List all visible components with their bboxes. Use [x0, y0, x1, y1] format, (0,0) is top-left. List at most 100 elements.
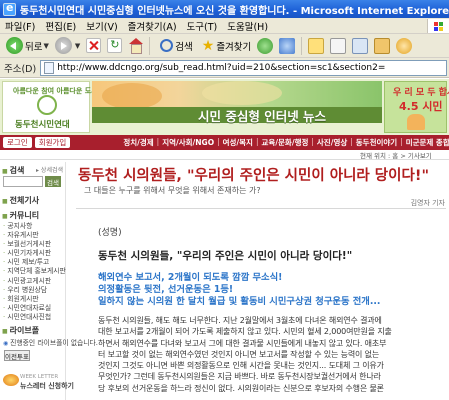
nav-item[interactable]: 교육/문화/행정 — [258, 137, 311, 148]
mail-icon[interactable] — [308, 37, 325, 54]
media-icon[interactable] — [257, 37, 274, 54]
favorites-button[interactable]: ★ 즐겨찾기 — [196, 36, 255, 56]
body-line: 것인지 그것도 아니면 바쁜 의정활동으로 인해 시간을 못내는 것인지... … — [98, 361, 384, 371]
toolbar-separator — [149, 36, 151, 55]
location-text: 현재 위치 : 홈 > 기사보기 — [360, 152, 432, 160]
address-label: 주소(D) — [4, 63, 37, 75]
community-item[interactable]: 시민광고게시판 — [3, 277, 66, 286]
nav-item[interactable]: 동두천이야기 — [353, 137, 400, 148]
history-icon[interactable] — [279, 37, 296, 54]
banner-decoration — [102, 83, 162, 109]
community-item[interactable]: 시민기자게시판 — [3, 249, 66, 258]
newsletter-icon — [3, 374, 19, 386]
promo-line1: 우 리 모 두 합시다 — [393, 88, 449, 98]
chevron-down-icon: ▼ — [43, 41, 49, 50]
address-bar: 주소(D) http://www.ddcngo.org/sub_read.htm… — [0, 58, 449, 78]
banner-decoration — [202, 81, 282, 105]
community-item[interactable]: 시민연대자료실 — [3, 304, 66, 313]
promo-banner[interactable]: 우 리 모 두 합시다 4.5 시민 — [384, 81, 449, 133]
menubar: 파일(F) 편집(E) 보기(V) 즐겨찾기(A) 도구(T) 도움말(H) — [0, 18, 449, 34]
community-item[interactable]: 공지사항 — [3, 222, 66, 231]
article-subtitle: 그 대들은 누구를 위해서 무엇을 위해서 존재하는 가? — [84, 186, 261, 195]
sidebar-search: 검색 — [3, 176, 63, 188]
search-icon — [160, 39, 174, 52]
community-item[interactable]: 회원게시판 — [3, 295, 66, 304]
community-list: 공지사항 자유게시판 보궐선거게시판 시민기자게시판 시민 제보/투고 지역단체… — [3, 222, 66, 322]
community-item[interactable]: 보궐선거게시판 — [3, 240, 66, 249]
menu-edit[interactable]: 편집(E) — [40, 19, 81, 33]
site-logo[interactable]: 아름다운 참여 아름다운 도시 동두천시민연대 — [2, 81, 98, 133]
promo-line2: 4.5 시민 — [399, 100, 443, 113]
stop-icon[interactable] — [86, 38, 102, 53]
back-arrow-icon — [6, 37, 23, 54]
logo-ring-icon — [37, 95, 57, 115]
article-quote: 동두천 시의원들, "우리의 주인은 시민이 아니라 당이다!" — [98, 250, 353, 262]
chevron-down-icon: ▼ — [74, 41, 81, 50]
nav-items: 정치/경제 | 지역/사회/NGO | 여성/복지 | 교육/문화/행정 | 사진/영상… — [120, 137, 449, 148]
community-item[interactable]: 우리 병원상담 — [3, 286, 66, 295]
all-articles-link[interactable]: 전체기사 — [2, 195, 39, 206]
toolbar: 뒤로 ▼ ▼ 검색 ★ 즐겨찾기 — [0, 34, 449, 58]
toolbar-separator — [301, 36, 303, 55]
refresh-icon[interactable] — [107, 38, 123, 53]
newsletter-caption: WEEK LETTER — [20, 374, 59, 380]
window-title: 동두천시민연대 시민중심형 인터넷뉴스에 오신 것을 환영합니다. - Micr… — [19, 5, 449, 17]
menu-favorites[interactable]: 즐겨찾기(A) — [123, 19, 182, 33]
community-item[interactable]: 지역단체 홍보게시판 — [3, 267, 65, 276]
forward-button[interactable]: ▼ — [52, 36, 83, 56]
print-icon[interactable] — [330, 37, 347, 54]
newsletter-link[interactable]: 뉴스레터 신청하기 — [20, 381, 74, 391]
site-header: 아름다운 참여 아름다운 도시 동두천시민연대 시민 중심형 인터넷 뉴스 우 … — [0, 79, 449, 135]
article-reporter: 김영자 기자 — [410, 199, 445, 207]
article-body: 동두천 시의원들, 해도 해도 너무한다. 지난 2월말에서 3월초에 다녀온 … — [98, 315, 444, 394]
back-button[interactable]: 뒤로 ▼ — [3, 36, 52, 56]
login-button[interactable]: 로그인 — [3, 137, 32, 148]
body-line: 동두천 시의원들, 해도 해도 너무한다. 지난 2월말에서 3월초에 다녀온 … — [98, 316, 382, 325]
home-icon[interactable] — [128, 38, 144, 54]
join-button[interactable]: 회원가입 — [34, 137, 71, 148]
article: 동두천 시의원들, "우리의 주인은 시민이 아니라 당이다!" 그 대들은 누… — [72, 162, 449, 400]
search-button[interactable]: 검색 — [153, 36, 195, 56]
nav-item[interactable]: 지역/사회/NGO — [159, 137, 217, 148]
nav-item[interactable]: 사진/영상 — [314, 137, 350, 148]
logo-slogan: 아름다운 참여 아름다운 도시 — [13, 87, 98, 95]
messenger-icon[interactable] — [396, 37, 413, 54]
main-nav: 로그인 회원가입 정치/경제 | 지역/사회/NGO | 여성/복지 | 교육/문화/… — [0, 135, 449, 150]
sidebar-search-input[interactable] — [3, 176, 43, 187]
ie-app-icon — [3, 1, 16, 16]
search-label: 검색 — [175, 41, 193, 53]
address-url[interactable]: http://www.ddcngo.org/sub_read.html?uid=… — [57, 63, 385, 73]
article-highlight: 일하지 않는 시의원 한 달치 월급 및 활동비 시민구상권 청구운동 전개..… — [98, 296, 381, 307]
body-line: 대한 보고서를 2개월이 되어 가도록 제출하지 않고 있다. 시민의 혈세 2… — [98, 327, 392, 337]
favorites-star-icon: ★ — [201, 37, 215, 54]
article-title: 동두천 시의원들, "우리의 주인은 시민이 아니라 당이다!" — [78, 168, 429, 184]
community-heading: 커뮤니티 — [2, 210, 39, 221]
community-item[interactable]: 자유게시판 — [3, 231, 66, 240]
web-page: 아름다운 참여 아름다운 도시 동두천시민연대 시민 중심형 인터넷 뉴스 우 … — [0, 79, 449, 400]
page-icon — [44, 61, 55, 74]
favorites-label: 즐겨찾기 — [216, 41, 252, 53]
body-line: 하면서 해외연수를 다녀와 보고서 그에 대한 결과물 시민들에게 내놓지 않고… — [98, 338, 387, 348]
promo-figure-icon — [407, 114, 425, 130]
nav-item[interactable]: 여성/복지 — [220, 137, 256, 148]
menu-file[interactable]: 파일(F) — [0, 19, 40, 33]
article-type-label: (성명) — [98, 228, 122, 238]
menu-tools[interactable]: 도구(T) — [182, 19, 223, 33]
sidebar-search-button[interactable]: 검색 — [45, 176, 61, 187]
address-input[interactable]: http://www.ddcngo.org/sub_read.html?uid=… — [40, 59, 447, 76]
folder-icon[interactable] — [374, 37, 391, 54]
nav-item[interactable]: 미군문제 종합 — [403, 137, 449, 148]
article-divider — [76, 208, 446, 209]
nav-item[interactable]: 정치/경제 — [120, 137, 156, 148]
body-line: 당 후보의 선거운동을 하느라 정신이 없다. 시의원이라는 신분으로 후보자의… — [98, 383, 384, 393]
community-item[interactable]: 시민연대사진첩 — [3, 313, 66, 322]
menu-view[interactable]: 보기(V) — [81, 19, 122, 33]
sidebar-search-heading: 검색 — [2, 165, 25, 176]
detail-search-link[interactable]: ▸ 상세검색 — [36, 165, 63, 174]
edit-icon[interactable] — [352, 37, 369, 54]
body-line: 무엇인가? 그런데 동두천시의원들은 지금 바쁘다. 바로 동두천시장보궐선거에… — [98, 372, 381, 382]
body-line: 터 보고할 것이 없는 해외연수였던 것인지 아니면 보고서를 작성할 수 있는… — [98, 349, 380, 359]
previous-poll-button[interactable]: 이전투표 — [4, 350, 30, 361]
window-titlebar[interactable]: 동두천시민연대 시민중심형 인터넷뉴스에 오신 것을 환영합니다. - Micr… — [0, 0, 449, 18]
menu-help[interactable]: 도움말(H) — [222, 19, 273, 33]
